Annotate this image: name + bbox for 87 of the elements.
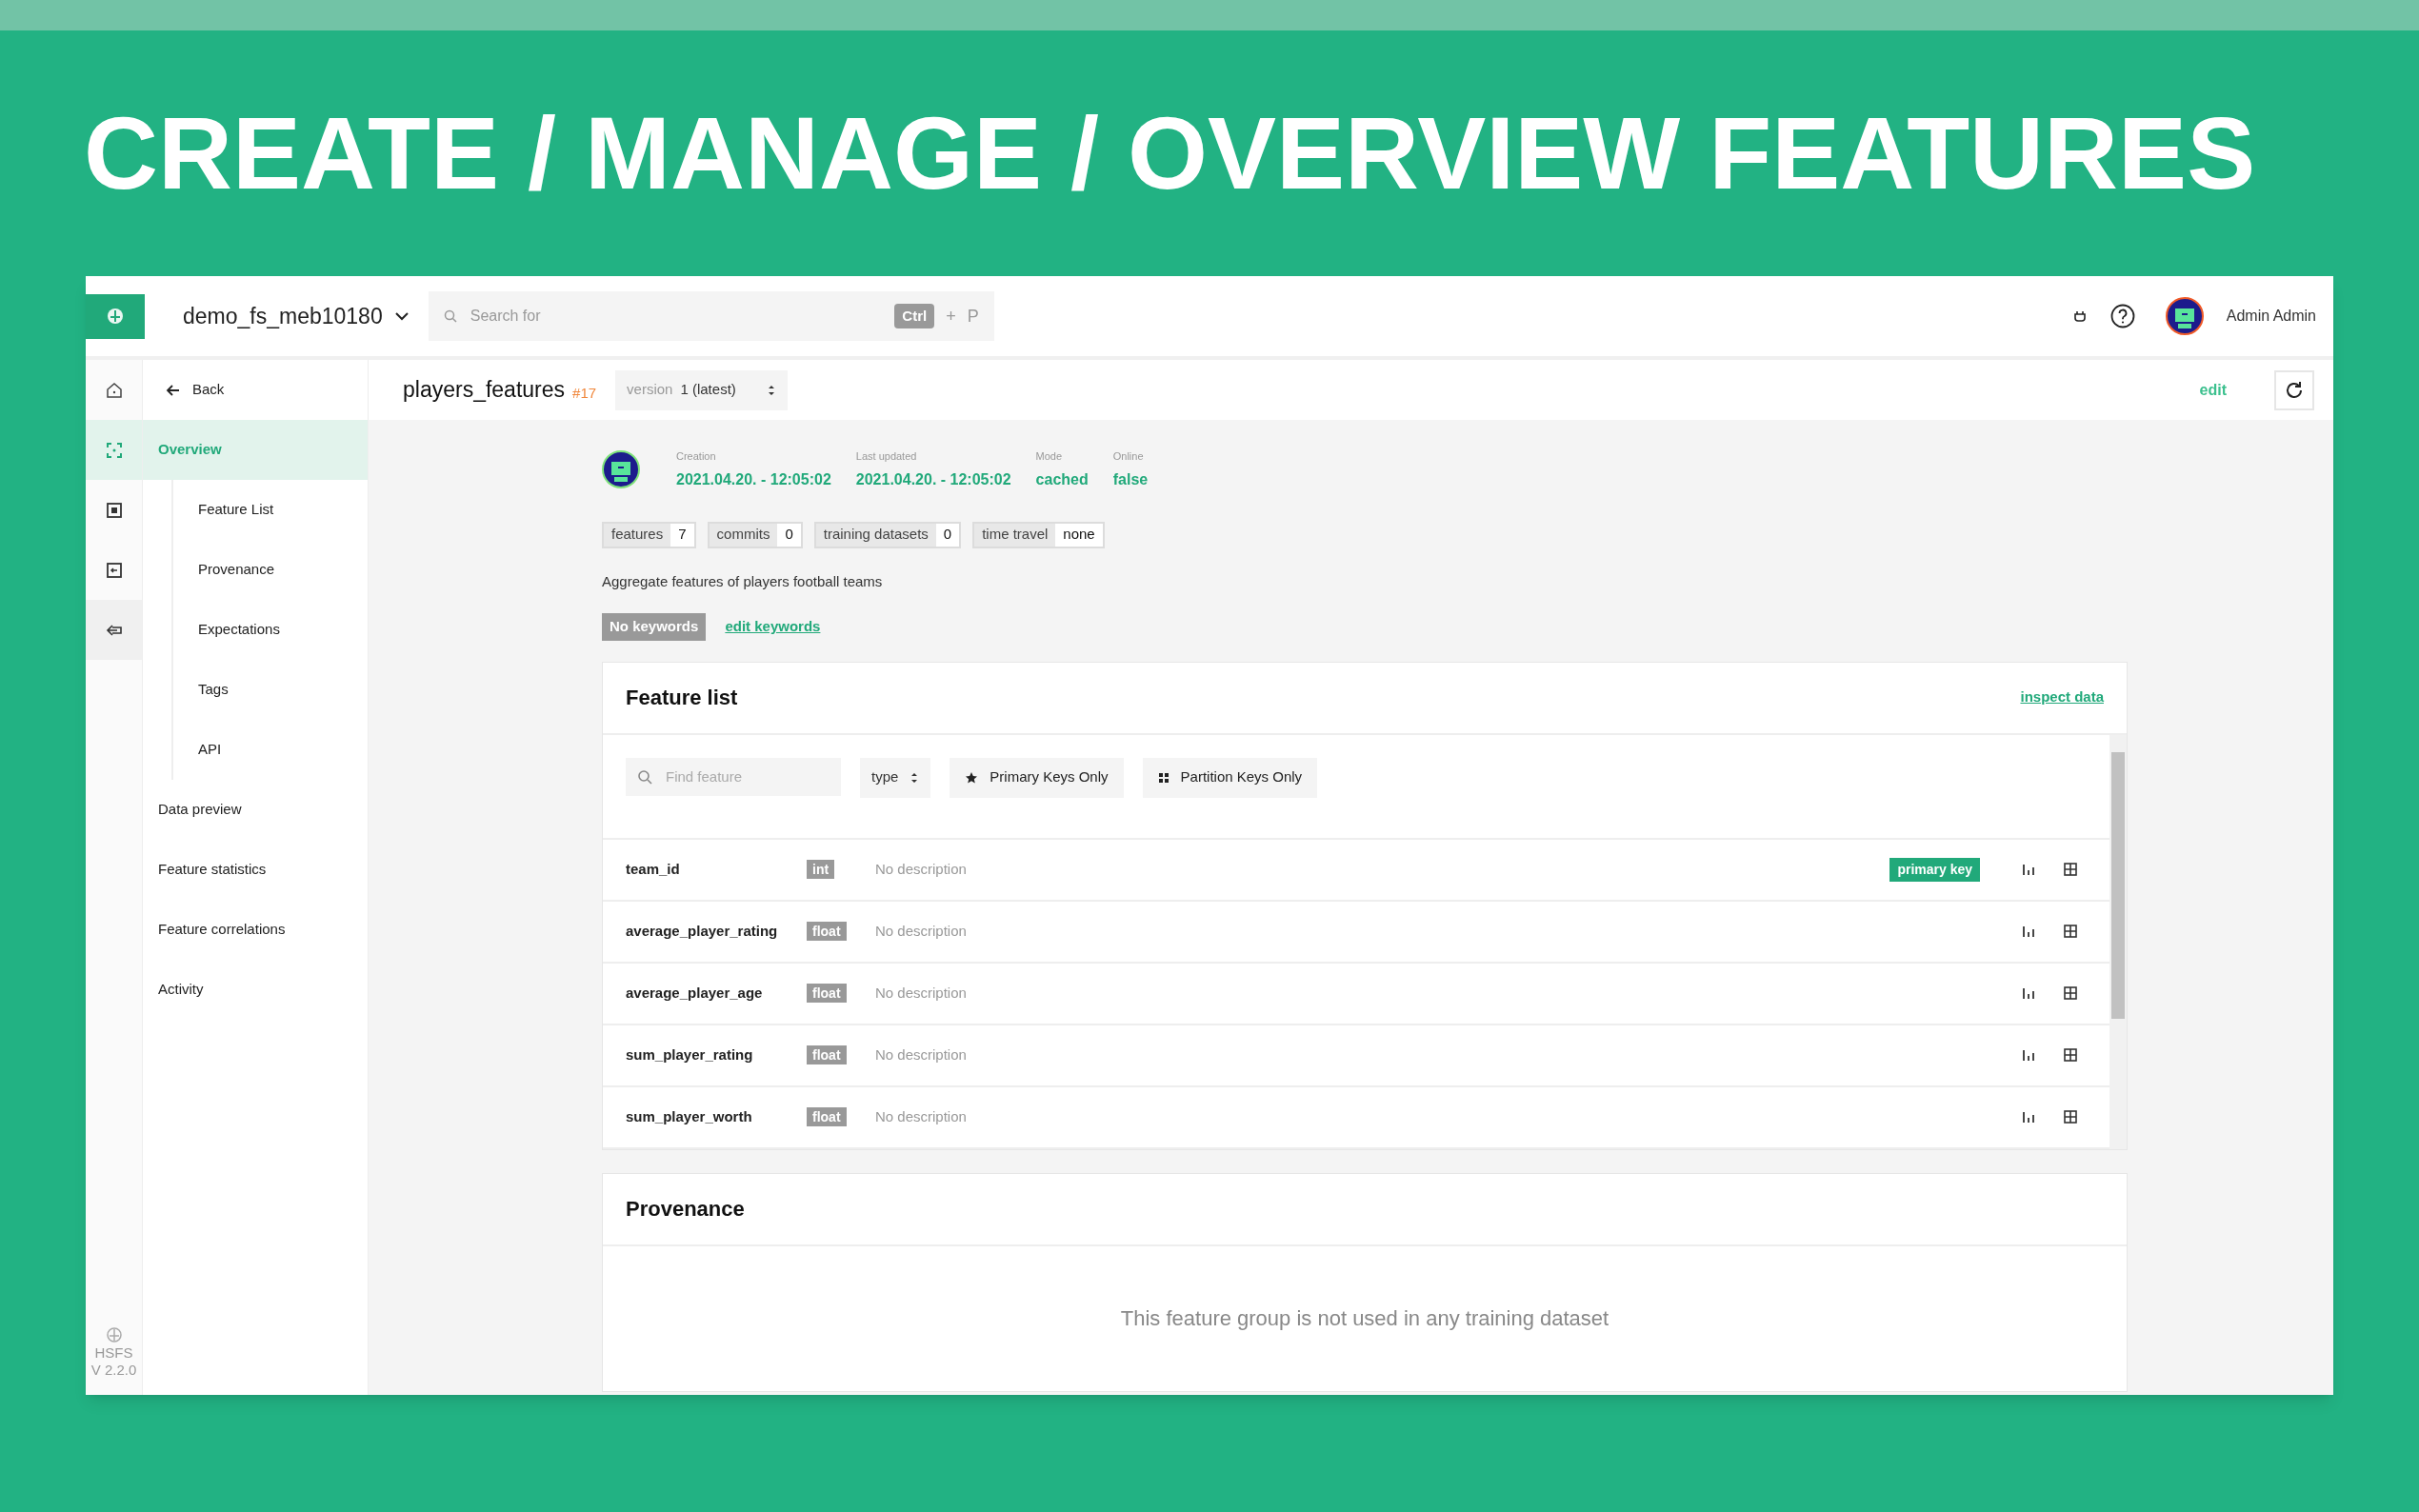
chevron-down-icon	[393, 311, 410, 321]
meta-value: 2021.04.20. - 12:05:02	[855, 469, 1011, 489]
filter-button[interactable]: Primary Keys Only	[950, 757, 1124, 798]
meta-value: 2021.04.20. - 12:05:02	[676, 469, 831, 489]
feature-description: No description	[875, 859, 967, 879]
avatar-icon	[602, 450, 640, 489]
meta-label: Online	[1112, 449, 1145, 464]
count-tag: training datasets 0	[813, 521, 962, 548]
feature-name: average_player_age	[626, 983, 764, 1003]
back-link[interactable]: Back	[143, 360, 368, 420]
feature-name: team_id	[626, 859, 681, 879]
meta-label: Mode	[1035, 449, 1064, 464]
feature-name: sum_player_worth	[626, 1106, 753, 1126]
type-badge: float	[807, 984, 847, 1003]
project-selector[interactable]: demo_fs_meb10180	[183, 299, 410, 333]
feature-description: No description	[875, 921, 967, 941]
logo-icon	[104, 1324, 124, 1344]
plug-icon[interactable]	[2071, 309, 2088, 323]
sidebar-icon-button[interactable]	[86, 600, 142, 660]
count-tag: features 7	[602, 521, 696, 548]
feature-group-title: players_features	[403, 376, 566, 405]
nav-item[interactable]: Data preview	[143, 780, 368, 840]
shortcut-key: Ctrl	[894, 303, 935, 329]
bar-chart-icon[interactable]	[2022, 986, 2035, 1000]
sort-arrows-icon	[910, 770, 920, 785]
meta-value: cached	[1035, 469, 1089, 489]
version-label: V 2.2.0	[90, 1362, 137, 1380]
nav-subitem[interactable]: Expectations	[173, 600, 368, 660]
bar-chart-icon[interactable]	[2022, 925, 2035, 938]
nav-item[interactable]: Feature correlations	[143, 900, 368, 960]
house-icon	[104, 380, 124, 400]
search-icon	[443, 309, 457, 323]
type-badge: float	[807, 1107, 847, 1126]
table-icon[interactable]	[2064, 1048, 2077, 1062]
bar-chart-icon[interactable]	[2022, 1048, 2035, 1062]
type-badge: float	[807, 1045, 847, 1064]
user-name[interactable]: Admin Admin	[2226, 305, 2316, 328]
scrollbar[interactable]	[2109, 734, 2127, 1149]
search-icon	[637, 768, 652, 785]
banner-title: CREATE / MANAGE / OVERVIEW FEATURES	[84, 102, 2256, 205]
card-title: Feature list	[626, 685, 738, 711]
logo-icon[interactable]	[86, 293, 145, 339]
count-tag: time travel none	[972, 521, 1105, 548]
shortcut-plus: +	[946, 305, 956, 328]
count-tag: commits 0	[707, 521, 803, 548]
feature-description: No description	[875, 1106, 967, 1126]
avatar-icon[interactable]	[2165, 297, 2204, 335]
meta-value: false	[1112, 469, 1149, 489]
type-badge: float	[807, 922, 847, 941]
card-title: Provenance	[626, 1196, 745, 1223]
meta-label: Last updated	[855, 449, 918, 464]
feature-name: average_player_rating	[626, 921, 779, 941]
filter-button[interactable]: Partition Keys Only	[1142, 757, 1318, 798]
table-icon[interactable]	[2064, 1110, 2077, 1124]
meta-label: Creation	[676, 449, 717, 464]
feature-group-id: #17	[572, 384, 597, 404]
nav-subitem[interactable]: Feature List	[173, 480, 368, 540]
description: Aggregate features of players football teams	[602, 571, 884, 591]
star-icon	[965, 770, 979, 785]
help-icon[interactable]	[2109, 304, 2135, 328]
table-icon[interactable]	[2064, 863, 2077, 876]
nav-subitem[interactable]: API	[173, 720, 368, 780]
nav-item[interactable]: Activity	[143, 960, 368, 1020]
type-select[interactable]: type	[860, 757, 931, 798]
nav-item[interactable]: Feature statistics	[143, 840, 368, 900]
nav-subitem[interactable]: Tags	[173, 660, 368, 720]
product-label: HSFS	[94, 1343, 133, 1363]
partition-icon	[1157, 771, 1170, 784]
type-badge: int	[807, 860, 835, 879]
feature-name: sum_player_rating	[626, 1044, 754, 1064]
refresh-button[interactable]	[2274, 369, 2314, 410]
feature-description: No description	[875, 1044, 967, 1064]
table-icon[interactable]	[2064, 925, 2077, 938]
bar-chart-icon[interactable]	[2022, 863, 2035, 876]
primary-key-badge: primary key	[1889, 857, 1980, 882]
version-select[interactable]: version 1 (latest)	[615, 369, 788, 410]
keywords-badge: No keywords	[602, 613, 707, 641]
empty-message: This feature group is not used in any training dataset	[1120, 1305, 1609, 1332]
feature-description: No description	[875, 983, 967, 1003]
left-arrow-icon	[166, 383, 181, 397]
table-icon[interactable]	[2064, 986, 2077, 1000]
nav-subitem[interactable]: Provenance	[173, 540, 368, 600]
find-feature-field[interactable]: Find feature	[626, 757, 841, 796]
shortcut-letter: P	[967, 305, 979, 328]
focus-icon	[104, 440, 124, 460]
document-icon	[104, 500, 124, 520]
bar-chart-icon[interactable]	[2022, 1110, 2035, 1124]
